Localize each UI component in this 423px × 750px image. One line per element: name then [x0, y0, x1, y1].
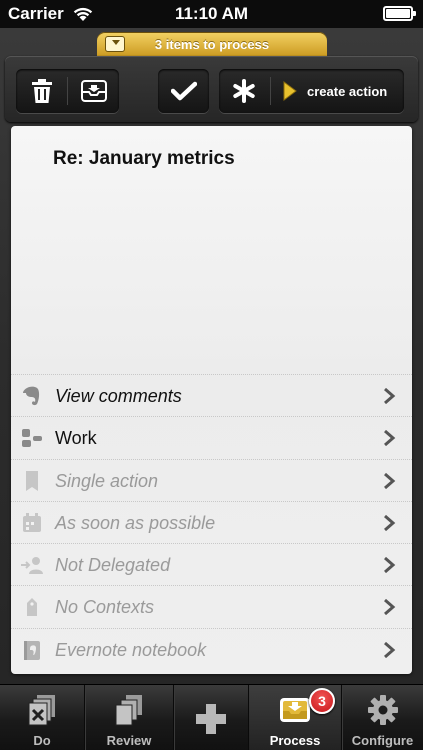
- row-view-comments[interactable]: View comments: [11, 374, 412, 416]
- tab-configure[interactable]: Configure: [342, 685, 423, 750]
- do-icon: [28, 695, 55, 726]
- row-area[interactable]: Work: [11, 416, 412, 458]
- chevron-right-icon: [384, 388, 396, 404]
- trash-icon: [31, 79, 52, 103]
- context-tag-icon: [27, 598, 37, 617]
- plus-icon: [196, 704, 226, 734]
- row-delegation[interactable]: Not Delegated: [11, 543, 412, 585]
- single-action-icon: [26, 470, 38, 491]
- chevron-right-icon: [384, 599, 396, 616]
- create-action-group: create action: [219, 69, 404, 113]
- row-label: View comments: [55, 386, 182, 406]
- tab-bar: Do Review Process Configure: [0, 684, 423, 750]
- row-contexts[interactable]: No Contexts: [11, 585, 412, 627]
- play-triangle-icon: [283, 81, 297, 101]
- tab-label: Review: [106, 733, 152, 748]
- tab-label: Do: [33, 733, 51, 748]
- row-label: Evernote notebook: [55, 639, 207, 660]
- item-attributes-list: View comments Work Single action As soon…: [11, 374, 412, 670]
- delegate-icon: [21, 557, 43, 575]
- checkmark-icon: [170, 81, 197, 101]
- clock: 11:10 AM: [174, 4, 249, 23]
- notebook-icon: [24, 640, 40, 660]
- inbox-icon: [280, 698, 310, 722]
- process-header-tab: 3 items to process: [97, 32, 327, 56]
- row-due-date[interactable]: As soon as possible: [11, 500, 412, 543]
- archive-button[interactable]: [68, 69, 119, 113]
- tab-label: Configure: [351, 733, 414, 748]
- star-button[interactable]: [219, 69, 269, 113]
- tab-label: Process: [269, 733, 321, 748]
- gear-icon: [367, 695, 398, 725]
- tab-review[interactable]: Review: [85, 685, 173, 750]
- chevron-right-icon: [384, 430, 396, 447]
- asterisk-icon: [233, 79, 255, 103]
- review-icon: [115, 695, 142, 726]
- chevron-right-icon: [384, 472, 396, 489]
- row-label: Single action: [55, 470, 159, 491]
- calendar-icon: [23, 512, 41, 532]
- row-label: Work: [55, 428, 97, 449]
- row-label: As soon as possible: [55, 512, 216, 533]
- archive-box-icon: [80, 80, 107, 102]
- status-bar: Carrier 11:10 AM: [0, 0, 423, 28]
- row-notebook[interactable]: Evernote notebook: [11, 627, 412, 670]
- create-action-label: create action: [307, 83, 388, 99]
- items-to-process-label: 3 items to process: [154, 37, 270, 52]
- trash-button[interactable]: [16, 69, 67, 113]
- process-count-badge: 3: [309, 688, 335, 714]
- row-label: Not Delegated: [55, 555, 171, 576]
- chevron-right-icon: [384, 557, 396, 574]
- item-card: Re: January metrics View comments Work S…: [11, 126, 412, 674]
- complete-icon-wrap: [158, 69, 209, 113]
- battery-icon: [383, 6, 416, 21]
- delete-archive-group: [16, 69, 119, 113]
- evernote-icon: [23, 386, 40, 406]
- chevron-right-icon: [384, 514, 396, 531]
- tab-add[interactable]: [174, 685, 248, 750]
- create-action-button[interactable]: create action: [271, 69, 404, 113]
- area-icon: [22, 429, 42, 448]
- row-label: No Contexts: [55, 597, 155, 618]
- row-action-type[interactable]: Single action: [11, 458, 412, 501]
- action-toolbar: create action: [5, 56, 418, 122]
- item-title[interactable]: Re: January metrics: [53, 148, 235, 170]
- chevron-right-icon: [384, 641, 396, 658]
- complete-button[interactable]: [158, 69, 209, 113]
- tab-do[interactable]: Do: [0, 685, 84, 750]
